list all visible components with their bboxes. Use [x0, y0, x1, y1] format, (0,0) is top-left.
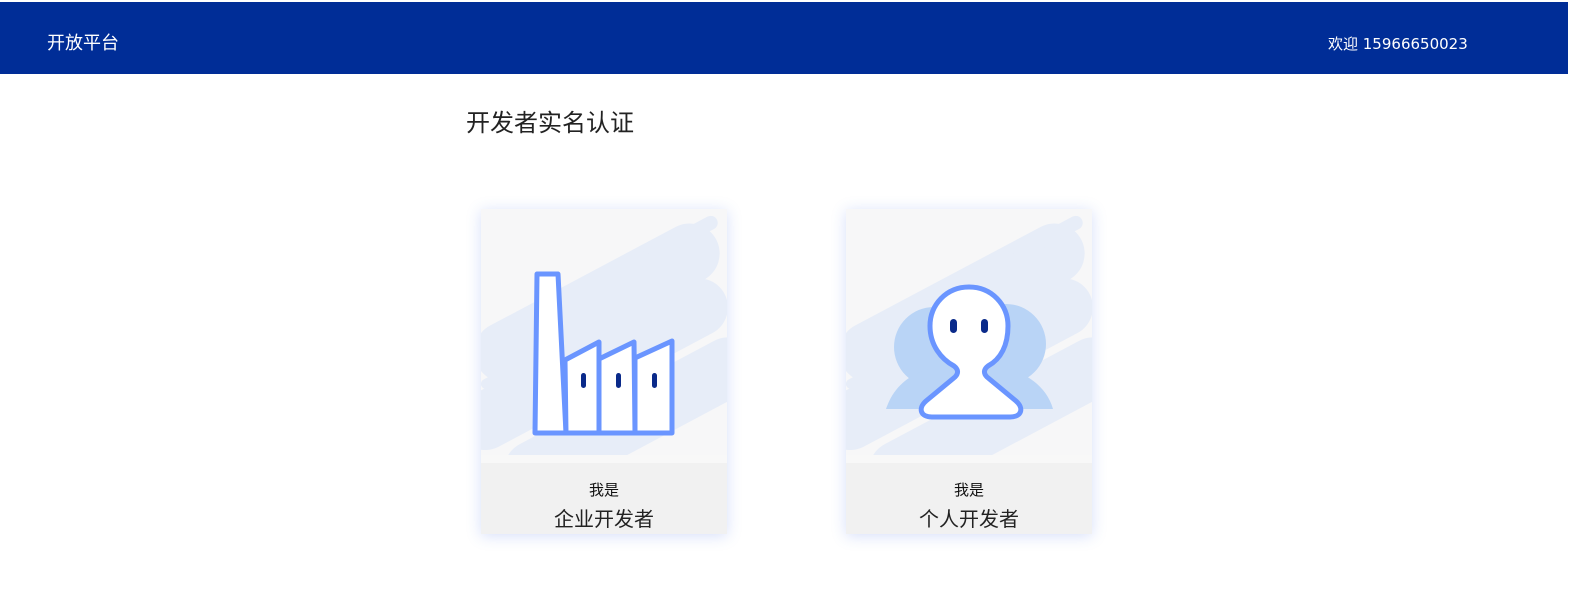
card-prefix-text: 我是 [953, 481, 984, 499]
personal-developer-card[interactable]: 我是 个人开发者 [846, 209, 1092, 534]
factory-icon [481, 215, 727, 455]
card-illustration [846, 209, 1092, 455]
card-footer: 我是 企业开发者 [481, 463, 727, 534]
card-label-text: 企业开发者 [554, 507, 654, 531]
enterprise-developer-card[interactable]: 我是 企业开发者 [481, 209, 727, 534]
card-illustration [481, 209, 727, 455]
card-footer: 我是 个人开发者 [846, 463, 1092, 534]
platform-brand-link[interactable]: 开放平台 [47, 32, 119, 56]
welcome-user-text: 欢迎 15966650023 [1328, 35, 1468, 53]
person-icon [846, 215, 1092, 455]
card-prefix-text: 我是 [588, 481, 619, 499]
card-label-text: 个人开发者 [919, 507, 1019, 531]
top-navigation-bar: 开放平台 欢迎 15966650023 [0, 2, 1568, 74]
page-title: 开发者实名认证 [466, 109, 634, 137]
